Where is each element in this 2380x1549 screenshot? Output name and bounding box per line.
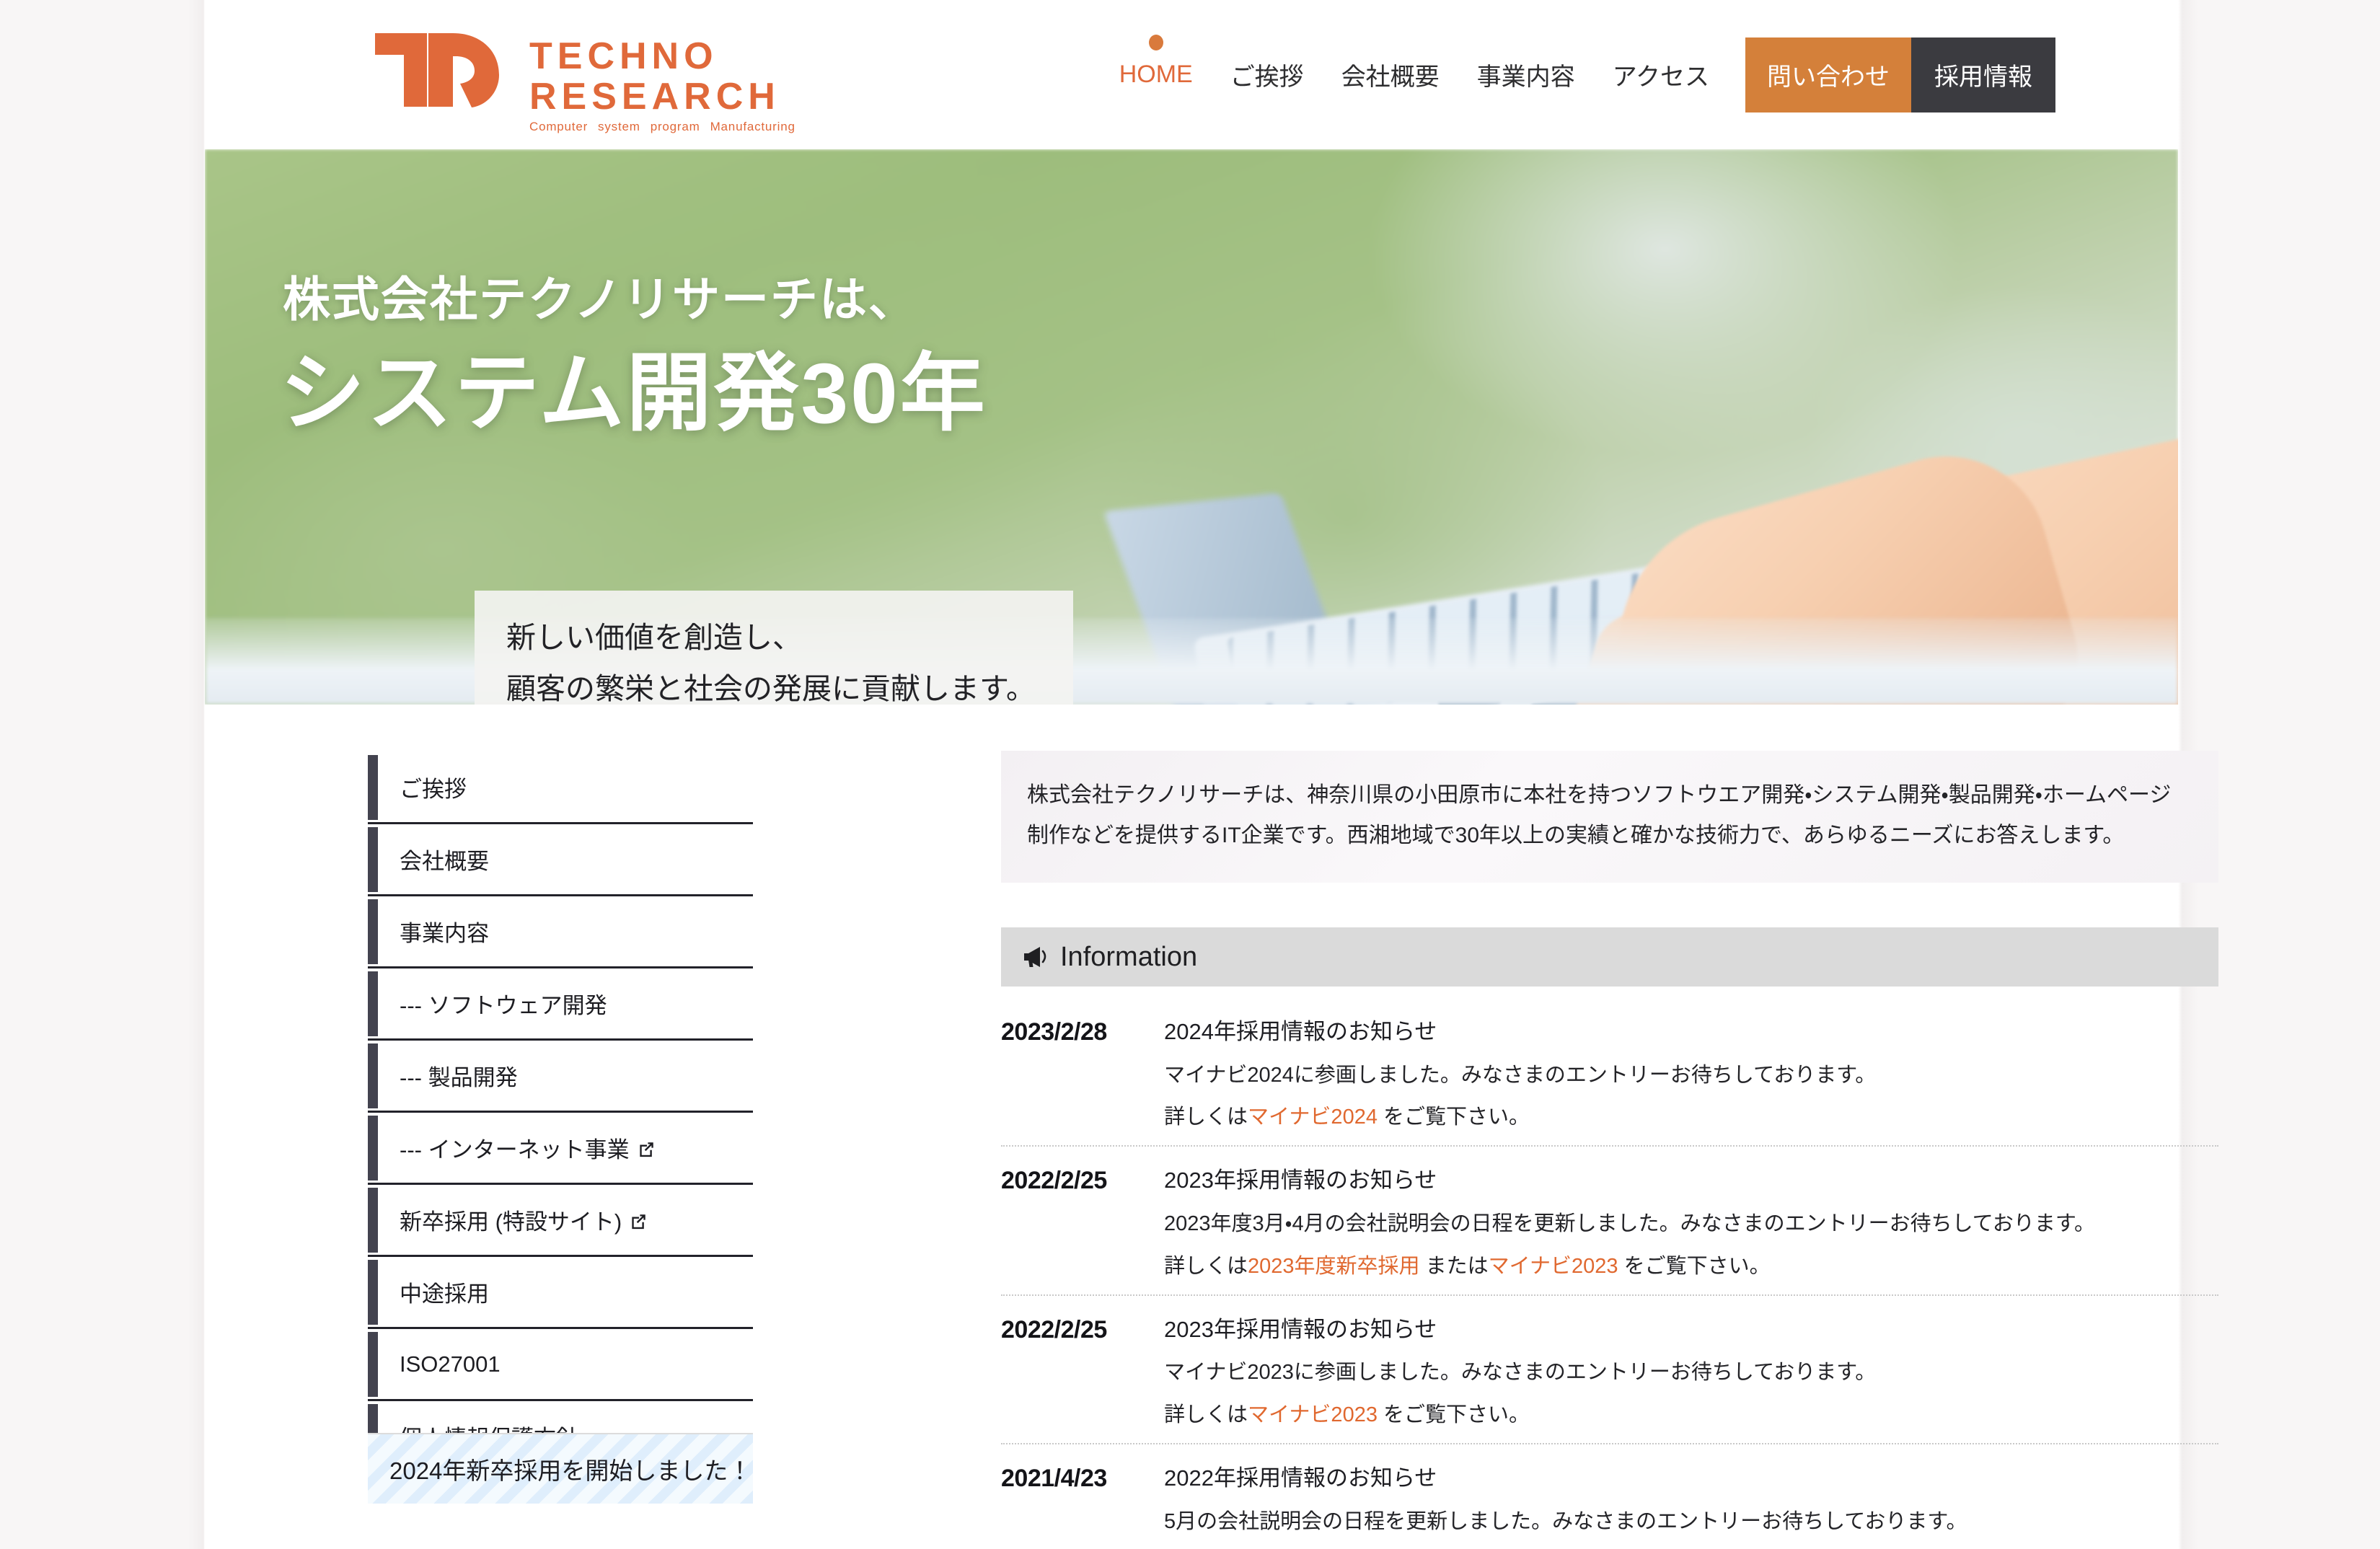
sidebar-item-business[interactable]: 事業内容: [368, 896, 753, 968]
hero-statement-line-2: 顧客の繁栄と社会の発展に貢献します。: [506, 671, 1036, 705]
sidebar-item-label: 新卒採用 (特設サイト): [400, 1209, 622, 1235]
news-body: 2024年採用情報のお知らせ マイナビ2024に参画しました。みなさまのエントリ…: [1150, 1015, 2218, 1134]
page-root: TECHNO RESEARCH Computer system program Man…: [0, 0, 2380, 1549]
hero-statement-box: 新しい価値を創造し、 顧客の繁栄と社会の発展に貢献します。: [475, 591, 1073, 705]
information-heading: Information: [1060, 941, 1198, 972]
hero-headline-small: 株式会社テクノリサーチは、: [283, 273, 918, 326]
logo-wordmark: TECHNO RESEARCH Computer system program Man…: [529, 30, 806, 134]
hero-banner: 株式会社テクノリサーチは、 システム開発30年 新しい価値を創造し、 顧客の繁栄…: [205, 149, 2178, 705]
sidebar-item-software-development[interactable]: --- ソフトウェア開発: [368, 968, 753, 1041]
news-link[interactable]: 2023年度新卒採用: [1248, 1255, 1420, 1278]
logo-line-techno: TECHNO: [529, 35, 718, 77]
news-list: 2023/2/28 2024年採用情報のお知らせ マイナビ2024に参画しました…: [1001, 998, 2218, 1549]
news-date: 2022/2/25: [1001, 1315, 1107, 1343]
sidebar-item-label: 事業内容: [400, 921, 489, 946]
intro-text: 株式会社テクノリサーチは、神奈川県の小田原市に本社を持つソフトウエア開発・システ…: [1027, 783, 2172, 847]
logo-tag-word: Computer: [529, 120, 589, 134]
recruit-button[interactable]: 採用情報: [1911, 37, 2055, 112]
news-item[interactable]: 2023/2/28 2024年採用情報のお知らせ マイナビ2024に参画しました…: [1001, 998, 2218, 1147]
hero-copy: 株式会社テクノリサーチは、 システム開発30年 新しい価値を創造し、 顧客の繁栄…: [205, 149, 2178, 705]
external-link-icon: [637, 1140, 656, 1159]
sidebar-item-greeting[interactable]: ご挨拶: [368, 752, 753, 824]
news-text: マイナビ2023に参画しました。みなさまのエントリーお待ちしております。: [1164, 1361, 1877, 1385]
news-link[interactable]: マイナビ2023: [1489, 1255, 1618, 1278]
news-link[interactable]: マイナビ2024: [1248, 1106, 1378, 1129]
nav-item-access[interactable]: アクセス: [1594, 57, 1728, 92]
sidebar-item-company-profile[interactable]: 会社概要: [368, 824, 753, 896]
main-area: ご挨拶 会社概要 事業内容 --- ソフトウェア開発 --- 製品開発 --- …: [205, 705, 2218, 1549]
sidebar-item-label: ISO27001: [400, 1351, 501, 1377]
content-column: 株式会社テクノリサーチは、神奈川県の小田原市に本社を持つソフトウエア開発・システ…: [1001, 751, 2218, 1549]
news-body: 2022年採用情報のお知らせ 5月の会社説明会の日程を更新しました。みなさまのエ…: [1150, 1462, 2218, 1549]
nav-item-label: HOME: [1119, 61, 1193, 88]
sidebar-item-label: 会社概要: [400, 849, 489, 874]
news-item[interactable]: 2022/2/25 2023年採用情報のお知らせ 2023年度3月・4月の会社説…: [1001, 1147, 2218, 1296]
news-text: マイナビ2024に参画しました。みなさまのエントリーお待ちしております。: [1164, 1063, 1877, 1087]
logo-tag-word: system: [598, 120, 640, 134]
intro-box: 株式会社テクノリサーチは、神奈川県の小田原市に本社を持つソフトウエア開発・システ…: [1001, 751, 2218, 883]
news-more-prefix: 詳しくは: [1164, 1106, 1248, 1129]
logo-tag-word: Manufacturing: [710, 120, 795, 134]
sidebar-item-label: ご挨拶: [400, 777, 467, 802]
sidebar-item-label: --- インターネット事業: [400, 1137, 630, 1162]
information-section-header: Information: [1001, 927, 2218, 987]
sidebar-item-label: --- 製品開発: [400, 1065, 518, 1090]
sidebar-item-internet-business[interactable]: --- インターネット事業: [368, 1113, 753, 1185]
news-body: 2023年採用情報のお知らせ マイナビ2023に参画しました。みなさまのエントリ…: [1150, 1313, 2218, 1431]
news-more-prefix: 詳しくは: [1164, 1254, 1248, 1278]
news-text: 5月の会社説明会の日程を更新しました。みなさまのエントリーお待ちしております。: [1164, 1509, 1967, 1533]
news-item[interactable]: 2021/4/23 2022年採用情報のお知らせ 5月の会社説明会の日程を更新し…: [1001, 1444, 2218, 1549]
logo-tag-word: program: [650, 120, 700, 134]
news-more-suffix: をご覧下さい。: [1618, 1254, 1771, 1278]
active-dot-icon: [1148, 35, 1163, 50]
sidebar-item-product-development[interactable]: --- 製品開発: [368, 1041, 753, 1113]
sidebar-item-label: 中途採用: [400, 1281, 489, 1307]
sidebar-promo-banner-label: 2024年新卒採用を開始しました！: [389, 1457, 752, 1484]
sidebar-promo-banner[interactable]: 2024年新卒採用を開始しました！: [368, 1433, 753, 1504]
sidebar-item-label: --- ソフトウェア開発: [400, 993, 607, 1018]
sidebar-item-iso27001[interactable]: ISO27001: [368, 1329, 753, 1401]
nav-item-greeting[interactable]: ご挨拶: [1212, 57, 1323, 92]
nav-item-company[interactable]: 会社概要: [1323, 57, 1458, 92]
news-more-suffix: をご覧下さい。: [1377, 1106, 1530, 1129]
external-link-icon: [629, 1212, 648, 1231]
site-logo[interactable]: TECHNO RESEARCH Computer system program Man…: [372, 30, 806, 134]
news-more-prefix: 詳しくは: [1164, 1403, 1248, 1427]
logo-line-research: RESEARCH: [529, 76, 780, 118]
news-item[interactable]: 2022/2/25 2023年採用情報のお知らせ マイナビ2023に参画しました…: [1001, 1296, 2218, 1445]
news-title: 2024年採用情報のお知らせ: [1164, 1019, 1437, 1044]
tr-monogram-icon: [375, 33, 499, 107]
news-more: 詳しくはマイナビ2024 をご覧下さい。: [1164, 1101, 2218, 1134]
bullhorn-icon: [1023, 945, 1050, 969]
logo-tagline: Computer system program Manufacturing: [529, 120, 806, 134]
nav-item-business[interactable]: 事業内容: [1458, 57, 1594, 92]
sidebar-menu: ご挨拶 会社概要 事業内容 --- ソフトウェア開発 --- 製品開発 --- …: [368, 752, 753, 1473]
news-title: 2023年採用情報のお知らせ: [1164, 1316, 1437, 1342]
sidebar-item-new-graduate-site[interactable]: 新卒採用 (特設サイト): [368, 1185, 753, 1257]
nav-item-home[interactable]: HOME: [1101, 35, 1212, 89]
news-more-middle: または: [1419, 1254, 1489, 1278]
news-link[interactable]: マイナビ2023: [1248, 1403, 1378, 1426]
hero-headline-large: システム開発30年: [280, 346, 987, 441]
news-date: 2022/2/25: [1001, 1167, 1107, 1195]
news-more: 詳しくは2023年度新卒採用 またはマイナビ2023 をご覧下さい。: [1164, 1250, 2218, 1283]
hero-statement-line-1: 新しい価値を創造し、: [506, 621, 802, 654]
news-text: 2023年度3月・4月の会社説明会の日程を更新しました。みなさまのエントリーお待…: [1164, 1212, 2095, 1235]
site-header: TECHNO RESEARCH Computer system program Man…: [205, 0, 2178, 149]
news-date: 2023/2/28: [1001, 1018, 1107, 1046]
news-date: 2021/4/23: [1001, 1465, 1107, 1493]
news-title: 2023年採用情報のお知らせ: [1164, 1168, 1437, 1193]
sidebar-item-mid-career[interactable]: 中途採用: [368, 1257, 753, 1329]
news-more-suffix: をご覧下さい。: [1377, 1403, 1530, 1427]
news-title: 2022年採用情報のお知らせ: [1164, 1465, 1437, 1491]
news-body: 2023年採用情報のお知らせ 2023年度3月・4月の会社説明会の日程を更新しま…: [1150, 1164, 2218, 1282]
contact-button[interactable]: 問い合わせ: [1745, 37, 1911, 112]
news-more: 詳しくはマイナビ2023 をご覧下さい。: [1164, 1399, 2218, 1431]
main-navigation: HOME ご挨拶 会社概要 事業内容 アクセス 問い合わせ 採用情報: [1101, 0, 2055, 149]
